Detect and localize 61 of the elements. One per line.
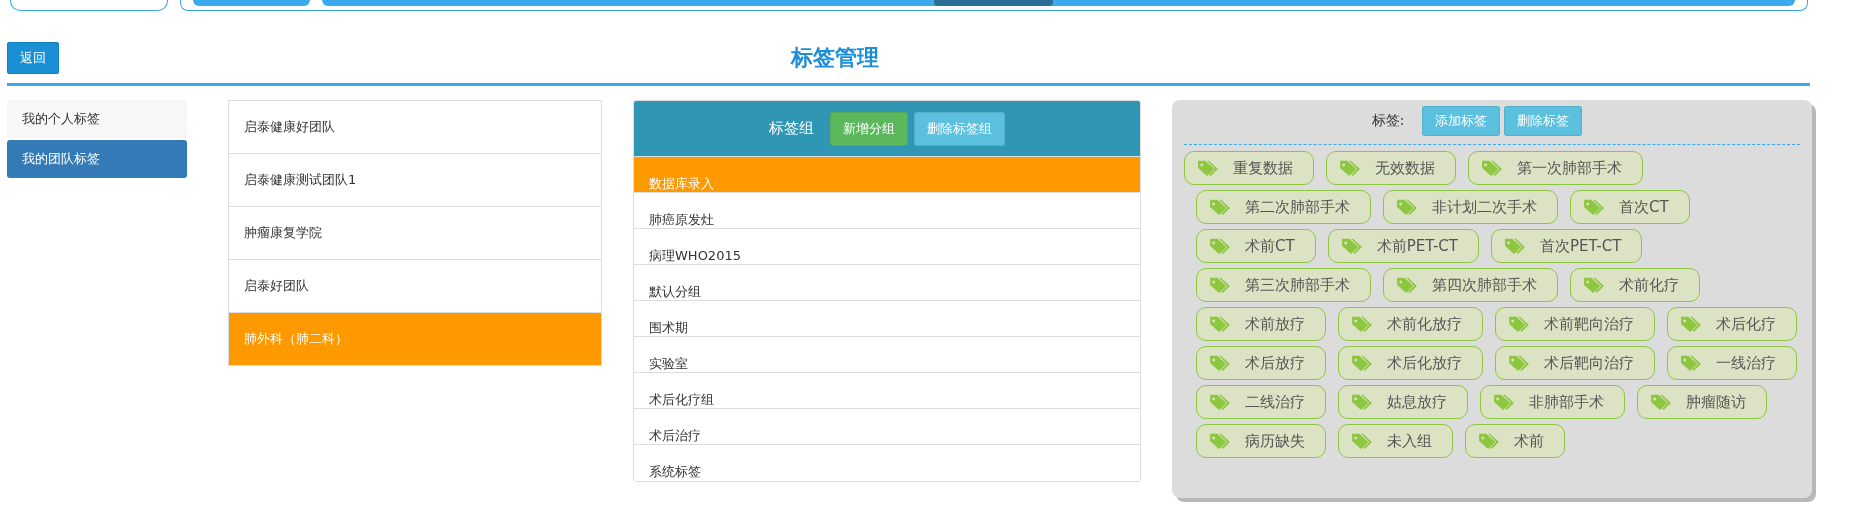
tag-icon [1504, 237, 1526, 255]
header-field[interactable] [10, 0, 168, 11]
tag-chip[interactable]: 术前化疗 [1570, 268, 1700, 302]
back-button[interactable]: 返回 [7, 42, 59, 74]
tag-icon [1493, 393, 1515, 411]
tag-icon [1351, 432, 1373, 450]
tag-chip[interactable]: 术前PET-CT [1327, 229, 1479, 263]
tag-icon [1197, 159, 1219, 177]
tag-chip[interactable]: 未入组 [1338, 424, 1453, 458]
tag-icon [1209, 315, 1231, 333]
tag-chip[interactable]: 首次CT [1570, 190, 1690, 224]
tag-chip[interactable]: 术前CT [1196, 229, 1316, 263]
tag-icon [1478, 432, 1500, 450]
tag-chip[interactable]: 第四次肺部手术 [1383, 268, 1558, 302]
tag-chip[interactable]: 术后化放疗 [1338, 346, 1483, 380]
panel-title: 标签组 [769, 119, 814, 138]
tag-chip[interactable]: 第三次肺部手术 [1196, 268, 1371, 302]
tag-icon [1680, 315, 1702, 333]
tag-chip[interactable]: 第一次肺部手术 [1468, 151, 1643, 185]
tag-chip[interactable]: 术前化放疗 [1338, 307, 1483, 341]
tag-chip[interactable]: 姑息放疗 [1338, 385, 1468, 419]
tag-icon [1339, 159, 1361, 177]
tag-chip[interactable]: 首次PET-CT [1491, 229, 1643, 263]
tag-icon [1209, 198, 1231, 216]
tag-chip[interactable]: 术前放疗 [1196, 307, 1326, 341]
tag-icon [1508, 315, 1530, 333]
tag-chip[interactable]: 第二次肺部手术 [1196, 190, 1371, 224]
tag-icon [1396, 276, 1418, 294]
tag-chip[interactable]: 非计划二次手术 [1383, 190, 1558, 224]
tag-icon [1340, 237, 1363, 255]
tag-icon [1396, 198, 1418, 216]
tag-icon [1351, 354, 1373, 372]
tag-chip[interactable]: 非肺部手术 [1480, 385, 1625, 419]
tag-icon [1508, 354, 1530, 372]
tag-chip[interactable]: 术后放疗 [1196, 346, 1326, 380]
tag-chip[interactable]: 一线治疗 [1667, 346, 1797, 380]
tag-chip[interactable]: 无效数据 [1326, 151, 1456, 185]
tag-icon [1351, 315, 1373, 333]
tag-chip[interactable]: 重复数据 [1184, 151, 1314, 185]
tag-icon [1680, 354, 1702, 372]
tag-chip[interactable]: 病历缺失 [1196, 424, 1326, 458]
tag-chip[interactable]: 肿瘤随访 [1637, 385, 1767, 419]
tag-icon [1209, 276, 1231, 294]
tag-chip[interactable]: 术前靶向治疗 [1495, 307, 1655, 341]
tag-icon [1209, 432, 1231, 450]
sidebar-item[interactable]: 我的团队标签 [7, 140, 187, 178]
tag-icon [1209, 354, 1231, 372]
tag-chip[interactable]: 二线治疗 [1196, 385, 1326, 419]
tag-chip[interactable]: 术前 [1465, 424, 1565, 458]
tag-icon [1351, 393, 1373, 411]
tag-icon [1209, 237, 1231, 255]
tag-icon [1209, 393, 1231, 411]
tag-icon [1650, 393, 1672, 411]
sidebar-item[interactable]: 我的个人标签 [7, 100, 187, 138]
page-title: 标签管理 [791, 44, 879, 72]
tag-icon [1481, 159, 1503, 177]
tag-chip[interactable]: 术后靶向治疗 [1495, 346, 1655, 380]
tag-icon [1583, 198, 1605, 216]
tag-chip[interactable]: 术后化疗 [1667, 307, 1797, 341]
tag-icon [1583, 276, 1605, 294]
panel-title: 标签: [1371, 112, 1405, 130]
